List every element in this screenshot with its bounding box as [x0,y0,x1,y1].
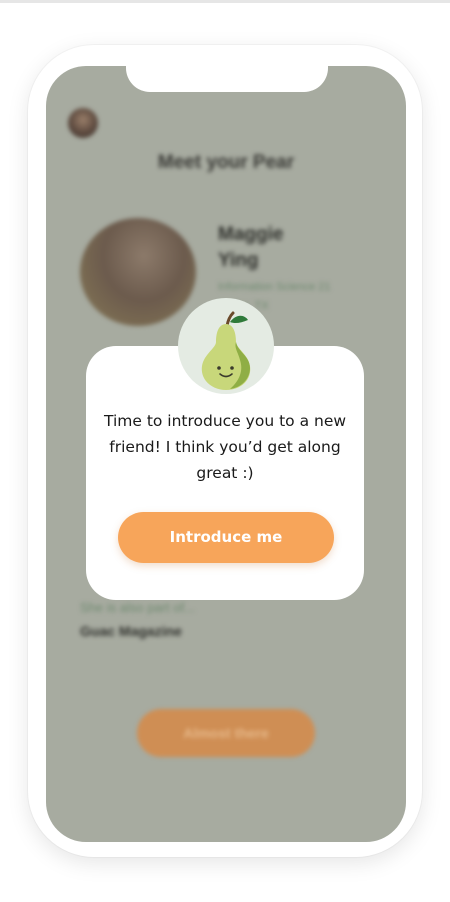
phone-notch [126,66,328,92]
background-primary-button: Almost there [137,709,315,757]
profile-first-name: Maggie [218,224,284,245]
profile-major: Information Science 21 [218,281,331,293]
pear-mascot-icon [178,298,274,394]
introduce-me-button[interactable]: Introduce me [118,512,334,563]
user-avatar [68,108,98,138]
profile-photo [80,218,196,326]
also-part-of-label: She is also part of... [80,600,195,615]
pear-illustration [201,311,251,390]
top-divider [0,0,450,3]
modal-message: Time to introduce you to a new friend! I… [103,412,347,482]
profile-last-name: Ying [218,250,259,271]
page-title: Meet your Pear [157,152,295,173]
profile-name: Maggie Ying [218,222,338,274]
organization-name: Guac Magazine [80,623,182,639]
